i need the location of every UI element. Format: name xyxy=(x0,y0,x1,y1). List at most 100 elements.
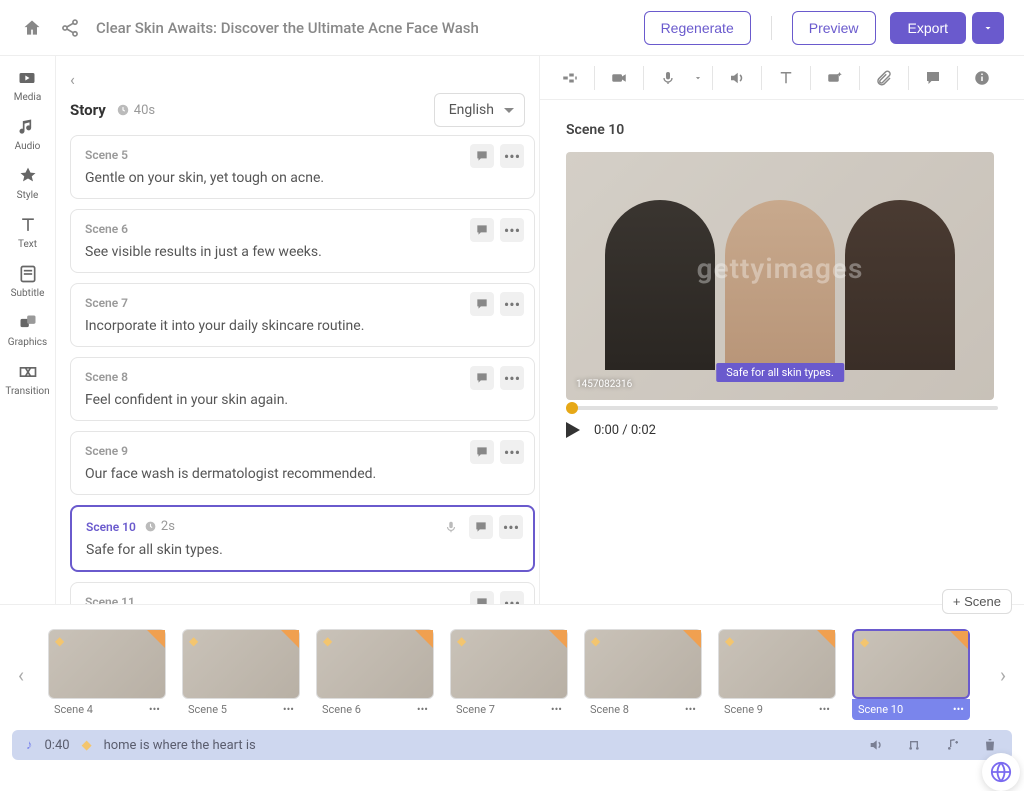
sparkle-icon[interactable] xyxy=(815,56,855,100)
scene-card[interactable]: Scene 6 See visible results in just a few… xyxy=(70,209,535,273)
thumbs-next-icon[interactable]: › xyxy=(994,663,1012,687)
nav-text[interactable]: Text xyxy=(18,215,38,250)
scene-menu-icon[interactable]: ••• xyxy=(500,144,524,168)
regenerate-button[interactable]: Regenerate xyxy=(644,11,751,45)
scene-menu-icon[interactable]: ••• xyxy=(500,292,524,316)
corner-badge xyxy=(817,630,835,648)
thumb-label: Scene 6 xyxy=(322,703,361,716)
scene-menu-icon[interactable]: ••• xyxy=(500,366,524,390)
scene-menu-icon[interactable]: ••• xyxy=(500,218,524,242)
thumb-label: Scene 10 xyxy=(858,703,903,716)
thumbnail[interactable]: ◆Scene 5••• xyxy=(182,629,300,720)
scene-card[interactable]: Scene 9Our face wash is dermatologist re… xyxy=(70,431,535,495)
thumbnail[interactable]: ◆Scene 10••• xyxy=(852,629,970,720)
audio-volume-icon[interactable] xyxy=(868,737,884,753)
camera-icon[interactable] xyxy=(599,56,639,100)
scene-comment-icon[interactable] xyxy=(470,292,494,316)
scene-comment-icon[interactable] xyxy=(469,515,493,539)
preview-toolbar xyxy=(540,56,1024,100)
scene-text: See visible results in just a few weeks. xyxy=(85,244,520,260)
help-fab-icon[interactable] xyxy=(982,753,1020,791)
thumb-menu-icon[interactable]: ••• xyxy=(283,703,294,716)
mic-icon[interactable] xyxy=(648,56,688,100)
scene-label: Scene 6 xyxy=(85,222,128,236)
export-button[interactable]: Export xyxy=(890,12,966,44)
preview-scene-label: Scene 10 xyxy=(566,122,998,138)
scene-mic-icon[interactable] xyxy=(439,515,463,539)
scene-label: Scene 8 xyxy=(85,370,128,384)
info-icon[interactable] xyxy=(962,56,1002,100)
thumbs-prev-icon[interactable]: ‹ xyxy=(12,663,30,687)
nav-style[interactable]: Style xyxy=(17,166,39,201)
text-tool-icon[interactable] xyxy=(766,56,806,100)
thumb-menu-icon[interactable]: ••• xyxy=(551,703,562,716)
thumb-menu-icon[interactable]: ••• xyxy=(685,703,696,716)
corner-badge xyxy=(549,630,567,648)
scene-card[interactable]: Scene 8Feel confident in your skin again… xyxy=(70,357,535,421)
progress-bar[interactable] xyxy=(566,406,998,410)
audio-track-bar[interactable]: ♪ 0:40 ◆ home is where the heart is xyxy=(12,730,1012,760)
scene-menu-icon[interactable]: ••• xyxy=(500,440,524,464)
scene-text: Incorporate it into your daily skincare … xyxy=(85,318,520,334)
gem-icon: ◆ xyxy=(591,634,600,648)
nav-graphics[interactable]: Graphics xyxy=(8,313,47,348)
delete-icon[interactable] xyxy=(982,737,998,753)
audio-add-icon[interactable] xyxy=(944,737,960,753)
export-dropdown-button[interactable] xyxy=(972,12,1004,44)
video-preview[interactable]: gettyimages 1457082316 Safe for all skin… xyxy=(566,152,994,400)
scene-menu-icon[interactable]: ••• xyxy=(500,591,524,604)
share-icon[interactable] xyxy=(58,16,82,40)
attachment-icon[interactable] xyxy=(864,56,904,100)
audio-duration: 0:40 xyxy=(45,738,70,753)
corner-badge xyxy=(683,630,701,648)
corner-badge xyxy=(415,630,433,648)
language-select[interactable]: English xyxy=(434,93,525,127)
add-scene-button[interactable]: + Scene xyxy=(942,589,1012,614)
mic-dropdown-icon[interactable] xyxy=(688,56,708,100)
story-duration: 40s xyxy=(116,103,155,118)
scene-card[interactable]: Scene 7Incorporate it into your daily sk… xyxy=(70,283,535,347)
scene-label: Scene 5 xyxy=(85,148,128,162)
scene-text: Our face wash is dermatologist recommend… xyxy=(85,466,520,482)
volume-icon[interactable] xyxy=(717,56,757,100)
scene-menu-icon[interactable]: ••• xyxy=(499,515,523,539)
scene-comment-icon[interactable] xyxy=(470,218,494,242)
story-title: Story xyxy=(70,101,106,119)
home-icon[interactable] xyxy=(20,16,44,40)
thumbnail[interactable]: ◆ Scene 6 ••• xyxy=(316,629,434,720)
thumbnail[interactable]: ◆Scene 8••• xyxy=(584,629,702,720)
thumbnail[interactable]: ◆ Scene 7 ••• xyxy=(450,629,568,720)
thumb-menu-icon[interactable]: ••• xyxy=(953,703,964,716)
gem-icon: ◆ xyxy=(457,634,466,648)
scene-comment-icon[interactable] xyxy=(470,440,494,464)
thumb-menu-icon[interactable]: ••• xyxy=(149,703,160,716)
audio-split-icon[interactable] xyxy=(906,737,922,753)
scene-card[interactable]: Scene 11Join thousands who have transfor… xyxy=(70,582,535,604)
scene-card[interactable]: Scene 102sSafe for all skin types.••• xyxy=(70,505,535,572)
comment-icon[interactable] xyxy=(913,56,953,100)
thumb-label: Scene 7 xyxy=(456,703,495,716)
video-caption: Safe for all skin types. xyxy=(716,363,844,382)
layout-icon[interactable] xyxy=(550,56,590,100)
progress-handle[interactable] xyxy=(566,402,578,414)
gem-icon: ◆ xyxy=(323,634,332,648)
back-icon[interactable]: ‹ xyxy=(70,70,539,89)
thumbnail[interactable]: ◆Scene 9••• xyxy=(718,629,836,720)
preview-button[interactable]: Preview xyxy=(792,11,876,45)
corner-badge xyxy=(950,631,968,649)
nav-audio[interactable]: Audio xyxy=(15,117,41,152)
scene-duration: 2s xyxy=(144,519,175,534)
nav-media[interactable]: Media xyxy=(14,68,42,103)
thumb-menu-icon[interactable]: ••• xyxy=(417,703,428,716)
nav-transition[interactable]: Transition xyxy=(5,362,49,397)
scene-comment-icon[interactable] xyxy=(470,366,494,390)
scene-label: Scene 10 xyxy=(86,520,136,534)
diamond-icon: ◆ xyxy=(82,738,92,753)
scene-card[interactable]: Scene 5Gentle on your skin, yet tough on… xyxy=(70,135,535,199)
thumbnail[interactable]: ◆Scene 4••• xyxy=(48,629,166,720)
scene-comment-icon[interactable] xyxy=(470,144,494,168)
scene-comment-icon[interactable] xyxy=(470,591,494,604)
play-icon[interactable] xyxy=(566,422,580,438)
thumb-menu-icon[interactable]: ••• xyxy=(819,703,830,716)
nav-subtitle[interactable]: Subtitle xyxy=(11,264,45,299)
